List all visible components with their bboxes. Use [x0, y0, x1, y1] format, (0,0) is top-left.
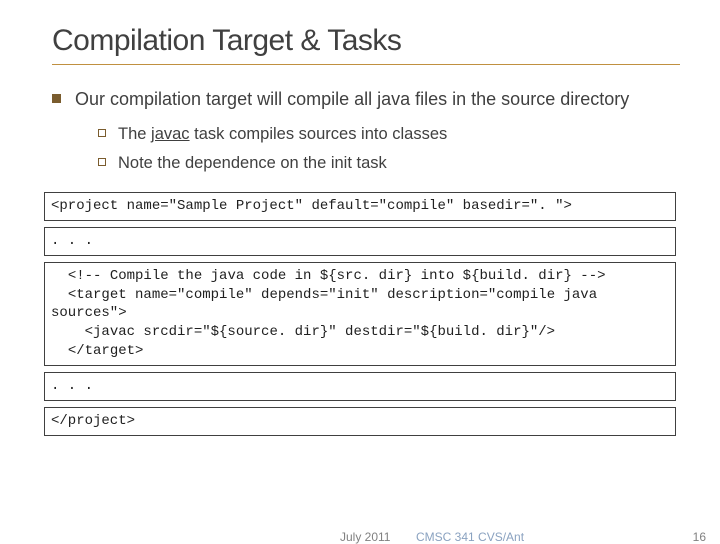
code-block-group: <project name="Sample Project" default="…: [44, 192, 680, 436]
slide: Compilation Target & Tasks Our compilati…: [0, 0, 720, 436]
slide-title: Compilation Target & Tasks: [52, 24, 680, 65]
bullet-level2: Note the dependence on the init task: [98, 152, 680, 174]
code-line-1: <project name="Sample Project" default="…: [44, 192, 676, 221]
footer-course: CMSC 341 CVS/Ant: [416, 530, 524, 544]
square-bullet-icon: [52, 94, 61, 103]
sub-bullet-list: The javac task compiles sources into cla…: [98, 123, 680, 174]
open-square-bullet-icon: [98, 158, 106, 166]
code-line-4: . . .: [44, 372, 676, 401]
open-square-bullet-icon: [98, 129, 106, 137]
footer-date: July 2011: [340, 530, 390, 544]
bullet1a-pre: The: [118, 125, 151, 143]
bullet-level2: The javac task compiles sources into cla…: [98, 123, 680, 145]
bullet1-text: Our compilation target will compile all …: [75, 87, 629, 111]
code-line-5: </project>: [44, 407, 676, 436]
code-line-2: . . .: [44, 227, 676, 256]
bullet1b-text: Note the dependence on the init task: [118, 152, 387, 174]
bullet1a-post: task compiles sources into classes: [190, 125, 448, 143]
code-block-target: <!-- Compile the java code in ${src. dir…: [44, 262, 676, 366]
javac-link[interactable]: javac: [151, 125, 190, 143]
bullet1a-text: The javac task compiles sources into cla…: [118, 123, 447, 145]
footer-course-text: CMSC 341 CVS/Ant: [416, 530, 524, 544]
footer-page-number: 16: [693, 530, 706, 544]
bullet-level1: Our compilation target will compile all …: [52, 87, 680, 111]
